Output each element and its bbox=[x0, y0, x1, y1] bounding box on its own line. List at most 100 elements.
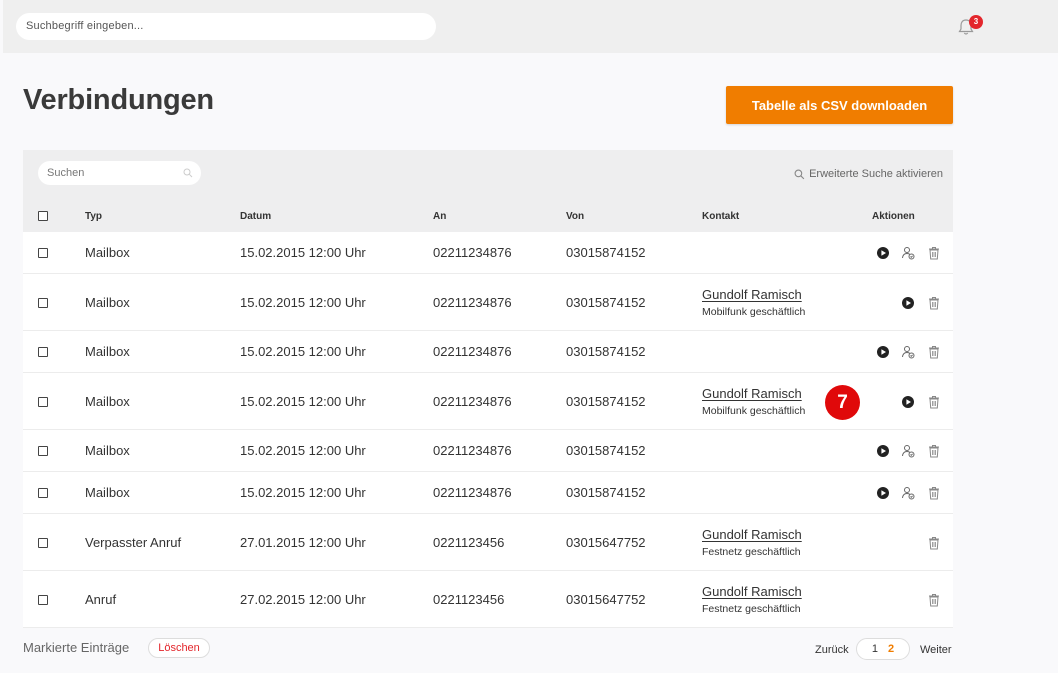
table-row[interactable]: Anruf 27.02.2015 12:00 Uhr 0221123456 03015… bbox=[23, 571, 953, 628]
date-cell: 15.02.2015 12:00 Uhr bbox=[240, 443, 366, 458]
from-number-cell: 03015647752 bbox=[566, 591, 646, 607]
date-cell: 15.02.2015 12:00 Uhr bbox=[240, 294, 366, 310]
contact-type-label: Mobilfunk geschäftlich bbox=[702, 404, 806, 417]
to-number-cell: 02211234876 bbox=[433, 344, 512, 359]
type-cell: Mailbox bbox=[85, 485, 130, 500]
play-icon[interactable] bbox=[901, 296, 915, 310]
contact-type-label: Festnetz geschäftlich bbox=[702, 602, 801, 615]
assign-contact-icon[interactable] bbox=[901, 486, 915, 500]
trash-icon[interactable] bbox=[927, 246, 941, 260]
contact-name-link[interactable]: Gundolf Ramisch bbox=[702, 527, 802, 542]
type-cell: Mailbox bbox=[85, 443, 130, 458]
row-checkbox[interactable] bbox=[38, 446, 48, 456]
assign-contact-icon[interactable] bbox=[901, 345, 915, 359]
column-header-to[interactable]: An bbox=[433, 211, 446, 222]
to-number-cell: 02211234876 bbox=[433, 485, 512, 500]
table-search-placeholder: Suchen bbox=[47, 167, 85, 179]
play-icon[interactable] bbox=[876, 444, 890, 458]
extended-search-link[interactable]: Erweiterte Suche aktivieren bbox=[794, 168, 943, 180]
date-cell: 27.01.2015 12:00 Uhr bbox=[240, 534, 366, 550]
table-row[interactable]: Mailbox 15.02.2015 12:00 Uhr 02211234876 03… bbox=[23, 274, 953, 331]
top-bar: Suchbegriff eingeben... bbox=[3, 0, 1058, 53]
column-header-actions: Aktionen bbox=[872, 211, 915, 222]
step-marker-badge: 7 bbox=[825, 385, 860, 420]
table-row[interactable]: Mailbox 15.02.2015 12:00 Uhr 02211234876 03… bbox=[23, 232, 953, 274]
table-row[interactable]: Mailbox 15.02.2015 12:00 Uhr 02211234876 03… bbox=[23, 373, 953, 430]
trash-icon[interactable] bbox=[927, 444, 941, 458]
column-header-date[interactable]: Datum bbox=[240, 211, 271, 222]
table-row[interactable]: Mailbox 15.02.2015 12:00 Uhr 02211234876 03… bbox=[23, 331, 953, 373]
table-row[interactable]: Mailbox 15.02.2015 12:00 Uhr 02211234876 03… bbox=[23, 472, 953, 514]
trash-icon[interactable] bbox=[927, 345, 941, 359]
row-checkbox[interactable] bbox=[38, 248, 48, 258]
pagination-back-link[interactable]: Zurück bbox=[815, 644, 849, 656]
row-checkbox[interactable] bbox=[38, 594, 48, 605]
row-checkbox[interactable] bbox=[38, 537, 48, 548]
play-icon[interactable] bbox=[901, 395, 915, 409]
to-number-cell: 0221123456 bbox=[433, 591, 505, 607]
global-search-input[interactable]: Suchbegriff eingeben... bbox=[16, 13, 436, 40]
type-cell: Mailbox bbox=[85, 393, 130, 409]
trash-icon[interactable] bbox=[927, 296, 941, 310]
assign-contact-icon[interactable] bbox=[901, 444, 915, 458]
pagination-page-2[interactable]: 2 bbox=[888, 643, 894, 655]
trash-icon[interactable] bbox=[927, 536, 941, 550]
type-cell: Mailbox bbox=[85, 294, 130, 310]
connections-table-body: Mailbox 15.02.2015 12:00 Uhr 02211234876 03… bbox=[23, 232, 953, 628]
to-number-cell: 02211234876 bbox=[433, 393, 512, 409]
from-number-cell: 03015874152 bbox=[566, 294, 646, 310]
date-cell: 15.02.2015 12:00 Uhr bbox=[240, 485, 366, 500]
search-icon bbox=[794, 169, 805, 179]
pagination: 1 2 bbox=[856, 638, 910, 660]
trash-icon[interactable] bbox=[927, 395, 941, 409]
to-number-cell: 02211234876 bbox=[433, 245, 512, 260]
trash-icon[interactable] bbox=[927, 486, 941, 500]
from-number-cell: 03015647752 bbox=[566, 534, 646, 550]
from-number-cell: 03015874152 bbox=[566, 245, 646, 260]
pagination-next-link[interactable]: Weiter bbox=[920, 644, 952, 656]
contact-name-link[interactable]: Gundolf Ramisch bbox=[702, 584, 802, 599]
csv-download-button[interactable]: Tabelle als CSV downloaden bbox=[726, 86, 953, 124]
type-cell: Mailbox bbox=[85, 344, 130, 359]
assign-contact-icon[interactable] bbox=[901, 246, 915, 260]
play-icon[interactable] bbox=[876, 345, 890, 359]
to-number-cell: 0221123456 bbox=[433, 534, 505, 550]
marked-entries-label: Markierte Einträge bbox=[23, 640, 130, 655]
to-number-cell: 02211234876 bbox=[433, 294, 512, 310]
contact-name-link[interactable]: Gundolf Ramisch bbox=[702, 386, 802, 401]
from-number-cell: 03015874152 bbox=[566, 393, 646, 409]
contact-type-label: Mobilfunk geschäftlich bbox=[702, 305, 806, 318]
type-cell: Mailbox bbox=[85, 245, 130, 260]
select-all-checkbox[interactable] bbox=[38, 211, 48, 221]
column-header-contact[interactable]: Kontakt bbox=[702, 211, 739, 222]
play-icon[interactable] bbox=[876, 486, 890, 500]
row-checkbox[interactable] bbox=[38, 488, 48, 498]
to-number-cell: 02211234876 bbox=[433, 443, 512, 458]
column-header-type[interactable]: Typ bbox=[85, 211, 102, 222]
table-row[interactable]: Mailbox 15.02.2015 12:00 Uhr 02211234876 03… bbox=[23, 430, 953, 472]
from-number-cell: 03015874152 bbox=[566, 443, 646, 458]
contact-type-label: Festnetz geschäftlich bbox=[702, 545, 801, 558]
column-header-from[interactable]: Von bbox=[566, 211, 584, 222]
extended-search-label: Erweiterte Suche aktivieren bbox=[809, 168, 943, 180]
date-cell: 27.02.2015 12:00 Uhr bbox=[240, 591, 366, 607]
date-cell: 15.02.2015 12:00 Uhr bbox=[240, 344, 366, 359]
table-row[interactable]: Verpasster Anruf 27.01.2015 12:00 Uhr 0221… bbox=[23, 514, 953, 571]
type-cell: Anruf bbox=[85, 591, 117, 607]
row-checkbox[interactable] bbox=[38, 396, 48, 407]
from-number-cell: 03015874152 bbox=[566, 485, 646, 500]
page-title: Verbindungen bbox=[23, 84, 214, 116]
play-icon[interactable] bbox=[876, 246, 890, 260]
pagination-page-1[interactable]: 1 bbox=[872, 643, 878, 655]
type-cell: Verpasster Anruf bbox=[85, 534, 182, 550]
table-toolbar: Suchen Erweiterte Suche aktivieren Typ D… bbox=[23, 150, 953, 232]
row-checkbox[interactable] bbox=[38, 297, 48, 308]
search-icon bbox=[183, 168, 193, 178]
notification-count-badge: 3 bbox=[969, 15, 983, 29]
row-checkbox[interactable] bbox=[38, 347, 48, 357]
trash-icon[interactable] bbox=[927, 593, 941, 607]
contact-name-link[interactable]: Gundolf Ramisch bbox=[702, 287, 802, 302]
delete-marked-button[interactable]: Löschen bbox=[148, 638, 210, 658]
date-cell: 15.02.2015 12:00 Uhr bbox=[240, 393, 366, 409]
table-search-input[interactable]: Suchen bbox=[38, 161, 201, 185]
